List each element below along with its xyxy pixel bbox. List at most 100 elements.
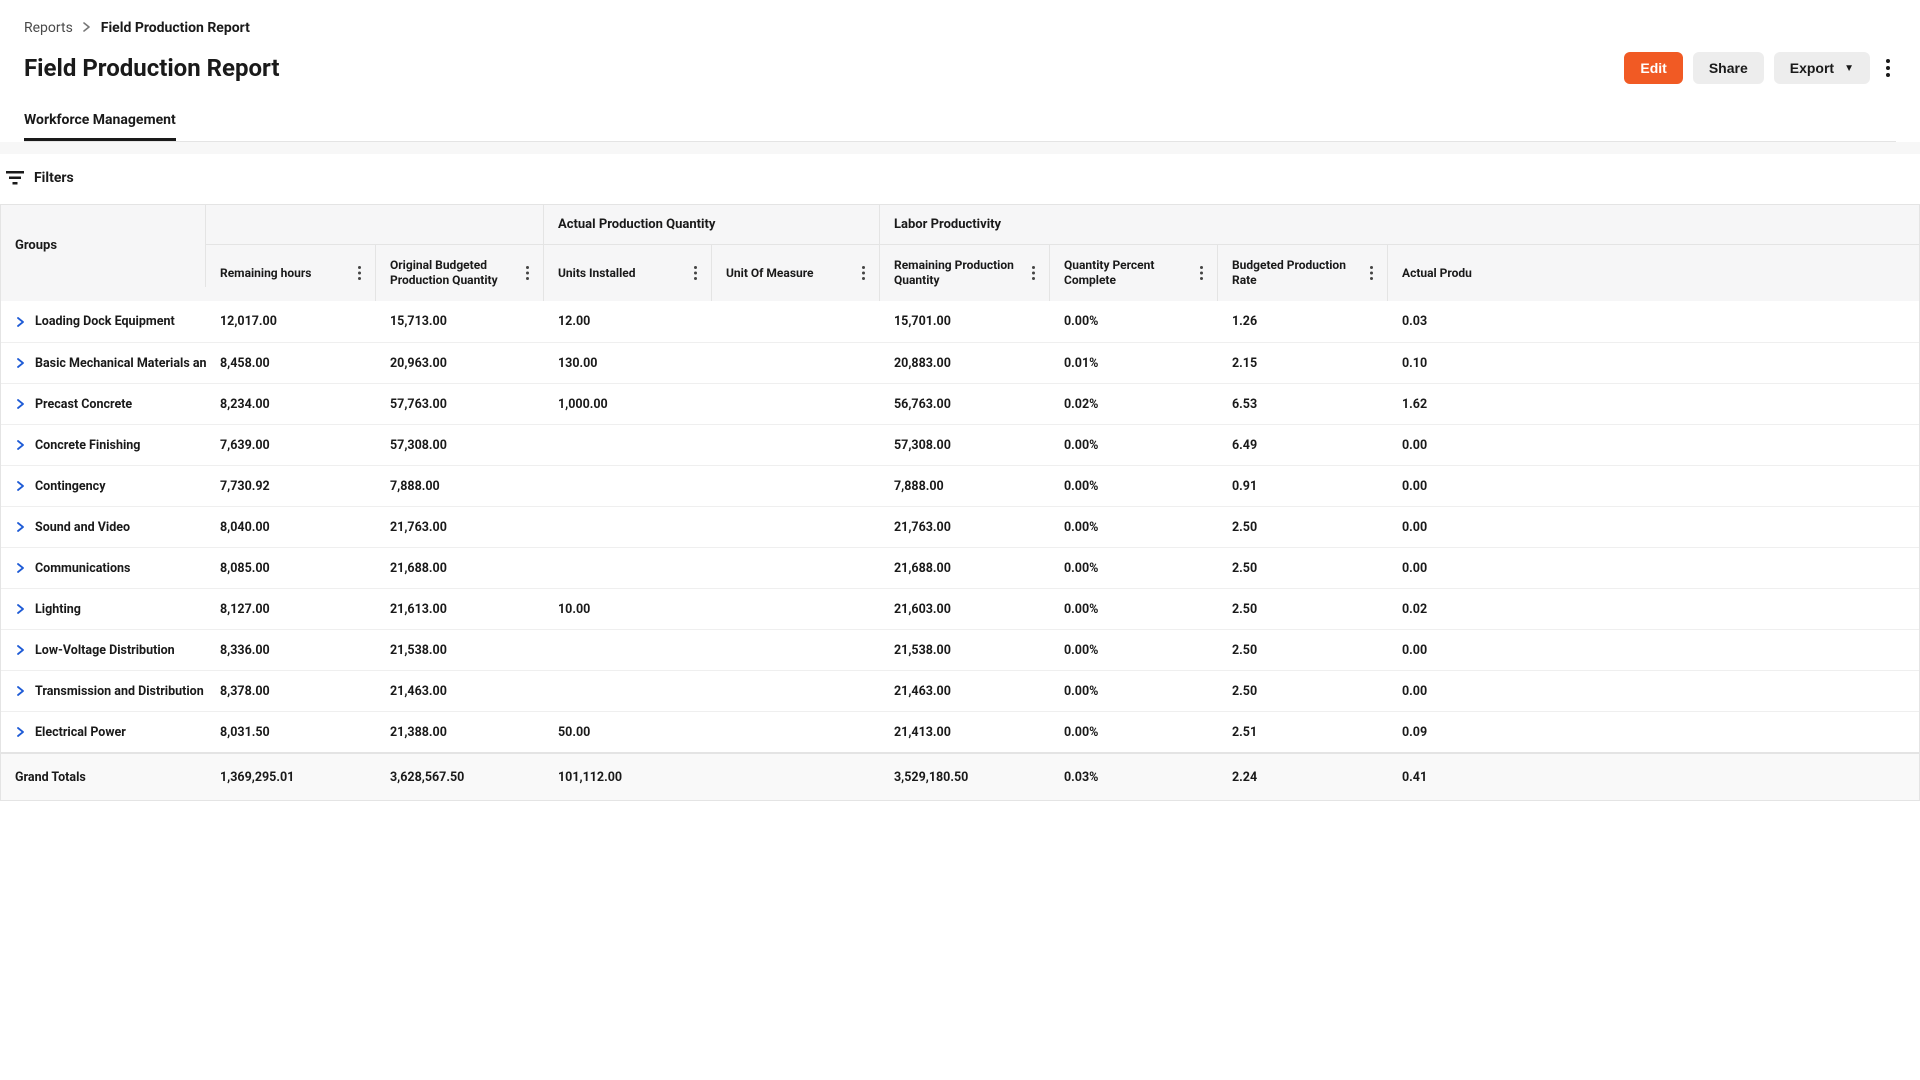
cell-actual-prod-rate: 0.00 — [1388, 466, 1528, 506]
cell-budgeted-prod-rate: 6.49 — [1218, 425, 1388, 465]
column-header-original-budgeted-qty[interactable]: Original Budgeted Production Quantity — [376, 245, 544, 301]
breadcrumb-root[interactable]: Reports — [24, 20, 73, 36]
totals-original-budgeted-qty: 3,628,567.50 — [376, 754, 544, 800]
export-button[interactable]: Export ▼ — [1774, 52, 1870, 84]
cell-actual-prod-rate: 0.00 — [1388, 425, 1528, 465]
column-header-groups[interactable]: Groups — [1, 205, 206, 287]
group-cell[interactable]: Basic Mechanical Materials an — [1, 343, 206, 383]
cell-actual-prod-rate: 0.10 — [1388, 343, 1528, 383]
cell-budgeted-prod-rate: 2.50 — [1218, 671, 1388, 711]
cell-original-budgeted-qty: 7,888.00 — [376, 466, 544, 506]
cell-remaining-prod-qty: 57,308.00 — [880, 425, 1050, 465]
column-menu-icon[interactable] — [862, 266, 865, 280]
table-row: Lighting8,127.0021,613.0010.0021,603.000… — [1, 588, 1919, 629]
cell-remaining-hours: 8,378.00 — [206, 671, 376, 711]
table-row: Communications8,085.0021,688.0021,688.00… — [1, 547, 1919, 588]
column-menu-icon[interactable] — [1370, 266, 1373, 280]
group-cell[interactable]: Electrical Power — [1, 712, 206, 752]
group-cell[interactable]: Communications — [1, 548, 206, 588]
cell-units-installed: 12.00 — [544, 301, 712, 342]
cell-original-budgeted-qty: 21,388.00 — [376, 712, 544, 752]
column-header-units-installed[interactable]: Units Installed — [544, 245, 712, 301]
share-button[interactable]: Share — [1693, 52, 1764, 84]
cell-units-installed — [544, 548, 712, 588]
cell-remaining-prod-qty: 15,701.00 — [880, 301, 1050, 342]
group-name: Lighting — [35, 602, 81, 617]
table-row: Basic Mechanical Materials an8,458.0020,… — [1, 342, 1919, 383]
tab-workforce-management[interactable]: Workforce Management — [24, 104, 176, 141]
expand-icon[interactable] — [17, 440, 25, 450]
export-label: Export — [1790, 60, 1834, 76]
totals-label: Grand Totals — [1, 754, 206, 800]
groups-header-label: Groups — [15, 238, 57, 254]
column-header-qty-percent-complete[interactable]: Quantity Percent Complete — [1050, 245, 1218, 301]
col-label: Budgeted Production Rate — [1232, 258, 1370, 288]
expand-icon[interactable] — [17, 645, 25, 655]
cell-original-budgeted-qty: 57,763.00 — [376, 384, 544, 424]
column-header-unit-of-measure[interactable]: Unit Of Measure — [712, 245, 880, 301]
kebab-icon — [1886, 59, 1890, 77]
cell-qty-percent-complete: 0.00% — [1050, 425, 1218, 465]
column-header-budgeted-prod-rate[interactable]: Budgeted Production Rate — [1218, 245, 1388, 301]
totals-units-installed: 101,112.00 — [544, 754, 712, 800]
column-menu-icon[interactable] — [1032, 266, 1035, 280]
cell-units-installed — [544, 630, 712, 670]
expand-icon[interactable] — [17, 604, 25, 614]
group-cell[interactable]: Lighting — [1, 589, 206, 629]
cell-units-installed — [544, 425, 712, 465]
group-cell[interactable]: Transmission and Distribution — [1, 671, 206, 711]
span-header-actual-production-quantity[interactable]: Actual Production Quantity — [544, 205, 880, 244]
cell-units-installed — [544, 671, 712, 711]
cell-units-installed — [544, 466, 712, 506]
expand-icon[interactable] — [17, 358, 25, 368]
expand-icon[interactable] — [17, 563, 25, 573]
cell-budgeted-prod-rate: 2.50 — [1218, 630, 1388, 670]
group-cell[interactable]: Loading Dock Equipment — [1, 301, 206, 342]
cell-budgeted-prod-rate: 2.51 — [1218, 712, 1388, 752]
column-menu-icon[interactable] — [358, 266, 361, 280]
column-header-actual-prod-rate[interactable]: Actual Produ — [1388, 245, 1528, 301]
group-cell[interactable]: Concrete Finishing — [1, 425, 206, 465]
cell-actual-prod-rate: 0.00 — [1388, 548, 1528, 588]
cell-qty-percent-complete: 0.00% — [1050, 466, 1218, 506]
cell-remaining-hours: 12,017.00 — [206, 301, 376, 342]
col-label: Original Budgeted Production Quantity — [390, 258, 526, 288]
group-name: Electrical Power — [35, 725, 126, 740]
column-menu-icon[interactable] — [526, 266, 529, 280]
expand-icon[interactable] — [17, 399, 25, 409]
group-cell[interactable]: Sound and Video — [1, 507, 206, 547]
expand-icon[interactable] — [17, 522, 25, 532]
col-label: Remaining Production Quantity — [894, 258, 1032, 288]
span-header-labor-productivity[interactable]: Labor Productivity — [880, 205, 1528, 244]
cell-qty-percent-complete: 0.02% — [1050, 384, 1218, 424]
expand-icon[interactable] — [17, 727, 25, 737]
more-actions-button[interactable] — [1880, 53, 1896, 83]
expand-icon[interactable] — [17, 317, 25, 327]
column-header-remaining-hours[interactable]: Remaining hours — [206, 245, 376, 301]
breadcrumb-current: Field Production Report — [101, 20, 250, 36]
cell-units-installed: 10.00 — [544, 589, 712, 629]
cell-original-budgeted-qty: 57,308.00 — [376, 425, 544, 465]
column-header-remaining-prod-qty[interactable]: Remaining Production Quantity — [880, 245, 1050, 301]
column-menu-icon[interactable] — [694, 266, 697, 280]
expand-icon[interactable] — [17, 686, 25, 696]
cell-budgeted-prod-rate: 6.53 — [1218, 384, 1388, 424]
cell-remaining-hours: 8,458.00 — [206, 343, 376, 383]
filters-button[interactable]: Filters — [0, 154, 1920, 204]
cell-remaining-prod-qty: 21,688.00 — [880, 548, 1050, 588]
group-cell[interactable]: Precast Concrete — [1, 384, 206, 424]
cell-qty-percent-complete: 0.00% — [1050, 301, 1218, 342]
expand-icon[interactable] — [17, 481, 25, 491]
group-cell[interactable]: Contingency — [1, 466, 206, 506]
edit-button[interactable]: Edit — [1624, 52, 1682, 84]
span-header-blank — [206, 205, 544, 244]
cell-remaining-prod-qty: 21,413.00 — [880, 712, 1050, 752]
grand-totals-row: Grand Totals 1,369,295.01 3,628,567.50 1… — [1, 752, 1919, 800]
cell-remaining-prod-qty: 21,603.00 — [880, 589, 1050, 629]
column-menu-icon[interactable] — [1200, 266, 1203, 280]
cell-unit-of-measure — [712, 343, 880, 383]
group-name: Basic Mechanical Materials an — [35, 356, 206, 371]
group-cell[interactable]: Low-Voltage Distribution — [1, 630, 206, 670]
breadcrumb: Reports Field Production Report — [24, 0, 1896, 46]
cell-remaining-hours: 8,085.00 — [206, 548, 376, 588]
